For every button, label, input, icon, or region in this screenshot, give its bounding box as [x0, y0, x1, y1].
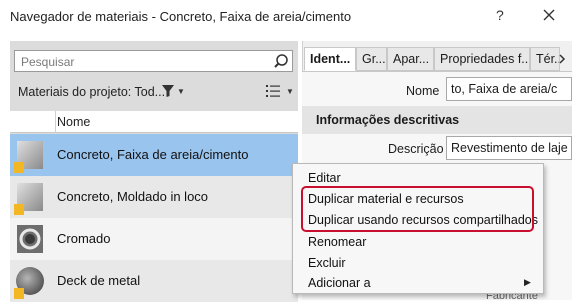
column-divider — [55, 111, 56, 133]
window-title: Navegador de materiais - Concreto, Faixa… — [10, 9, 352, 24]
section-title: Informações descritivas — [316, 113, 460, 127]
filter-dropdown[interactable]: Materiais do projeto: Tod... — [18, 85, 165, 99]
list-item[interactable]: Deck de metal — [10, 260, 298, 302]
list-item[interactable]: Cromado — [10, 218, 298, 260]
chevron-right-icon[interactable] — [556, 52, 568, 66]
description-field[interactable]: Revestimento de laje — [446, 136, 572, 160]
annotation-highlight-box — [301, 186, 534, 232]
help-icon[interactable]: ? — [496, 7, 504, 23]
menu-item-add-to[interactable]: Adicionar a — [308, 276, 371, 290]
tab-appearance[interactable]: Apar... — [387, 47, 434, 71]
menu-item-rename[interactable]: Renomear — [308, 235, 366, 249]
funnel-icon[interactable] — [162, 85, 174, 97]
material-thumbnail — [14, 183, 43, 215]
menu-item-delete[interactable]: Excluir — [308, 256, 346, 270]
menu-item-edit[interactable]: Editar — [308, 171, 341, 185]
submenu-arrow-icon: ▶ — [524, 277, 531, 287]
list-view-icon[interactable] — [266, 84, 280, 98]
dropdown-icon[interactable]: ▼ — [177, 87, 185, 96]
description-label: Descrição — [388, 142, 444, 156]
list-item[interactable]: Concreto, Moldado in loco — [10, 176, 298, 218]
list-header: Nome — [10, 111, 298, 133]
tab-graphics[interactable]: Gr... — [356, 47, 387, 71]
title-bar: Navegador de materiais - Concreto, Faixa… — [0, 0, 572, 34]
list-item[interactable]: Concreto, Faixa de areia/cimento — [10, 134, 298, 176]
close-icon[interactable] — [538, 4, 560, 26]
list-item-label: Cromado — [57, 231, 111, 246]
search-input[interactable]: Pesquisar — [14, 50, 293, 72]
tab-physical[interactable]: Propriedades f... — [434, 47, 530, 71]
search-icon[interactable] — [273, 53, 290, 70]
name-field[interactable]: to, Faixa de areia/c — [446, 77, 572, 101]
dropdown-icon[interactable]: ▼ — [286, 87, 294, 96]
search-placeholder: Pesquisar — [21, 55, 75, 69]
list-item-label: Concreto, Moldado in loco — [57, 189, 209, 204]
tab-identity[interactable]: Ident... — [304, 47, 356, 71]
material-thumbnail — [14, 141, 43, 173]
name-label: Nome — [406, 84, 440, 98]
material-thumbnail — [17, 225, 43, 253]
list-item-label: Deck de metal — [57, 273, 141, 288]
column-header-name[interactable]: Nome — [57, 115, 90, 129]
material-thumbnail — [14, 267, 44, 299]
list-item-label: Concreto, Faixa de areia/cimento — [57, 147, 249, 162]
